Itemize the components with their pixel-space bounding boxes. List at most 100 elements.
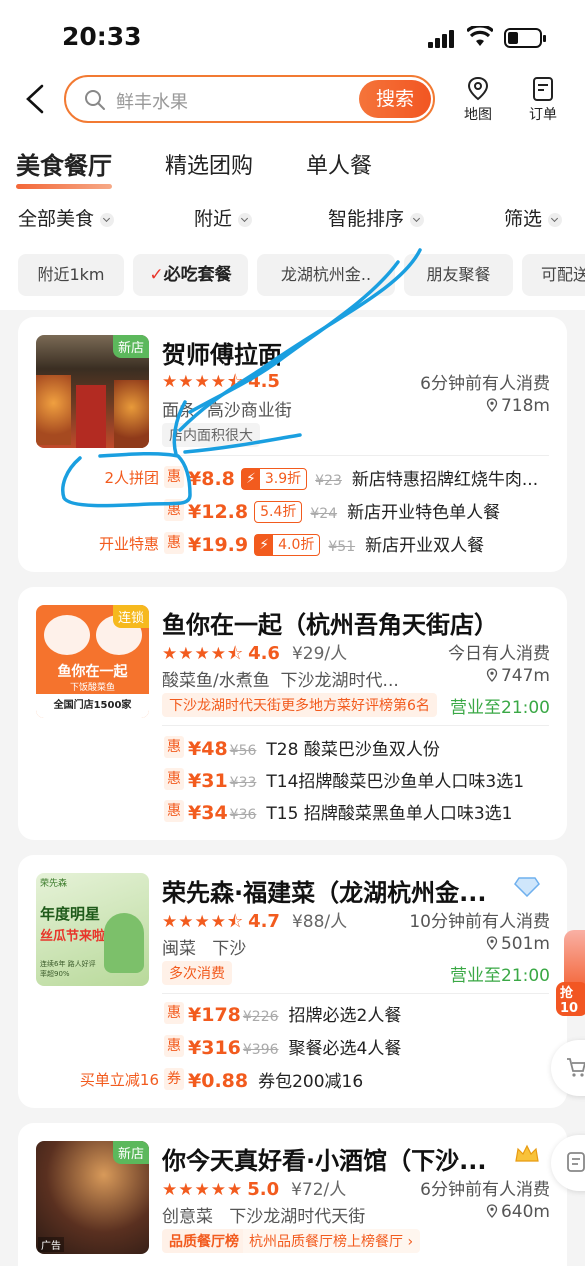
logo-title: 鱼你在一起 [57,664,128,680]
deal-name: 新店开业双人餐 [365,536,485,556]
flower-basket [114,380,149,448]
deal-name: 券包200减16 [258,1072,364,1092]
rating-row: ★★★★★ 5.0 ¥72/人 6分钟前有人消费 [162,1175,550,1200]
wifi-icon [467,26,493,46]
location-pin-icon [486,936,498,950]
back-icon[interactable] [22,84,50,114]
filter-smart-sort[interactable]: 智能排序 [328,204,425,231]
rating-score: 5.0 [247,1179,280,1200]
deal-row[interactable]: 惠 ¥316 ¥396 聚餐必选4人餐 [18,1034,567,1062]
chevron-down-icon [100,212,115,227]
restaurant-card[interactable]: 新店 贺师傅拉面 ★★★★⯪ 4.5 6分钟前有人消费 面条 高沙商业街 718m… [18,317,567,572]
rating-stars: ★★★★⯪ [162,372,245,392]
deal-row[interactable]: 惠 ¥178 ¥226 招牌必选2人餐 [18,1001,567,1029]
tab-group-deals[interactable]: 精选团购 [165,148,253,180]
area: 下沙龙湖时代... [280,671,399,691]
deal-price: ¥19.9 [188,534,249,556]
average-price: ¥72/人 [291,1180,347,1200]
chevron-down-icon [548,212,563,227]
location-pin-icon [486,668,498,682]
cuisine: 闽菜 [162,939,196,959]
deal-row[interactable]: 惠 ¥12.8 5.4折 ¥24 新店开业特色单人餐 [18,498,567,526]
deal-price: ¥12.8 [188,501,249,523]
search-input[interactable]: 鲜丰水果 [116,88,188,114]
category-tabs: 美食餐厅 精选团购 单人餐 [0,146,585,189]
deal-name: T15 招牌酸菜黑鱼单人口味3选1 [266,804,513,824]
status-bar: 20:33 [0,0,585,70]
logo-subtitle: 下饭酸菜鱼 [69,683,115,693]
recent-activity: 今日有人消费 [448,644,550,664]
chip-delivery[interactable]: 可配送 [522,254,585,296]
restaurant-name[interactable]: 鱼你在一起（杭州吾角天街店） [162,605,550,640]
distance: 501m [486,934,550,954]
orders-button[interactable]: 订单 [521,76,565,124]
recent-activity: 6分钟前有人消费 [420,1180,550,1200]
search-bar[interactable]: 鲜丰水果 搜索 [64,75,435,123]
orders-label: 订单 [529,107,557,123]
restaurant-card[interactable]: 荣先森 年度明星 丝瓜节来啦 连续6年 路人好评率超90% 荣先森·福建菜（龙湖… [18,855,567,1108]
deal-row[interactable]: 惠 ¥34 ¥36 T15 招牌酸菜黑鱼单人口味3选1 [18,799,567,827]
tab-single-meal[interactable]: 单人餐 [306,148,372,180]
restaurant-name[interactable]: 贺师傅拉面 [162,335,282,370]
map-label: 地图 [464,107,492,123]
divider [162,993,549,994]
cellular-signal-icon [428,30,458,48]
deal-row[interactable]: 2人拼团 惠 ¥8.8 ⚡ 3.9折 ¥23 新店特惠招牌红烧牛肉... [18,465,567,493]
filter-all-food[interactable]: 全部美食 [18,204,115,231]
restaurant-name[interactable]: 荣先森·福建菜（龙湖杭州金... [162,873,512,908]
deal-price: ¥34 [188,802,228,824]
deal-price: ¥48 [188,738,228,760]
filter-screen[interactable]: 筛选 [504,204,563,231]
filter-bar: 全部美食 附近 智能排序 筛选 [0,204,585,232]
new-store-badge: 新店 [112,335,149,358]
deal-row[interactable]: 买单立减16 券 ¥0.88 券包200减16 [18,1067,567,1095]
tab-food-restaurants[interactable]: 美食餐厅 [16,146,112,189]
area: 下沙龙湖时代天街 [229,1207,366,1227]
deal-row[interactable]: 惠 ¥48 ¥56 T28 酸菜巴沙鱼双人份 [18,735,567,763]
average-price: ¥29/人 [291,644,348,664]
chip-longhu[interactable]: 龙湖杭州金.. [257,254,395,296]
ranking-tag: 下沙龙湖时代天街更多地方菜好评榜第6名 [162,693,437,717]
rating-score: 4.7 [248,911,280,932]
tag-row: 下沙龙湖时代天街更多地方菜好评榜第6名 营业至21:00 [162,693,550,718]
feature-tag: 店内面积很大 [162,423,260,447]
original-price: ¥23 [315,473,342,489]
restaurant-name[interactable]: 你今天真好看·小酒馆（下沙... [162,1141,512,1176]
rating-stars: ★★★★★ [162,1180,244,1200]
divider [162,725,549,726]
deal-type-badge: 惠 [164,499,184,521]
filter-nearby[interactable]: 附近 [194,204,253,231]
chip-friends-dining[interactable]: 朋友聚餐 [404,254,513,296]
restaurant-card[interactable]: 鱼你在一起 下饭酸菜鱼 全国门店1500家 连锁 鱼你在一起（杭州吾角天街店） … [18,587,567,840]
location-row: 创意菜 下沙龙湖时代天街 640m [162,1202,550,1227]
recent-activity: 10分钟前有人消费 [409,912,550,932]
deal-label: 买单立减16 [79,1071,159,1089]
chevron-down-icon [238,212,253,227]
deal-row[interactable]: 开业特惠 惠 ¥19.9 ⚡ 4.0折 ¥51 新店开业双人餐 [18,531,567,559]
map-button[interactable]: 地图 [456,76,500,124]
cuisine: 面条 [162,401,196,421]
deal-name: 聚餐必选4人餐 [288,1039,402,1059]
deal-row[interactable]: 惠 ¥31 ¥33 T14招牌酸菜巴沙鱼单人口味3选1 [18,767,567,795]
chip-nearby-1km[interactable]: 附近1km [18,254,124,296]
search-button[interactable]: 搜索 [359,80,431,118]
restaurant-card[interactable]: 新店 广告 你今天真好看·小酒馆（下沙... ★★★★★ 5.0 ¥72/人 6分钟… [18,1123,567,1266]
coupon-badge: 券 [164,1068,184,1090]
chip-must-eat[interactable]: ✓必吃套餐 [133,254,248,296]
restaurant-photo: 新店 广告 [36,1141,149,1254]
crown-icon [515,1144,539,1162]
red-packet-widget[interactable]: 抢10 [556,930,585,1016]
quality-ranking-label: 品质餐厅榜 [162,1229,243,1253]
tag-row: 多次消费 营业至21:00 [162,961,550,986]
mascot-graphic [104,913,144,973]
distance: 718m [486,396,550,416]
chain-badge: 连锁 [112,605,149,628]
deal-name: T14招牌酸菜巴沙鱼单人口味3选1 [266,772,525,792]
logo-footer: 全国门店1500家 [36,694,149,718]
repeat-customer-tag: 多次消费 [162,961,232,985]
ranking-row[interactable]: 品质餐厅榜 杭州品质餐厅榜上榜餐厅 › [162,1229,550,1253]
lightning-icon: ⚡ [255,535,274,555]
deal-name: 招牌必选2人餐 [288,1006,402,1026]
logo-brand: 荣先森 [40,879,68,889]
red-packet-label: 抢10 [556,982,585,1016]
